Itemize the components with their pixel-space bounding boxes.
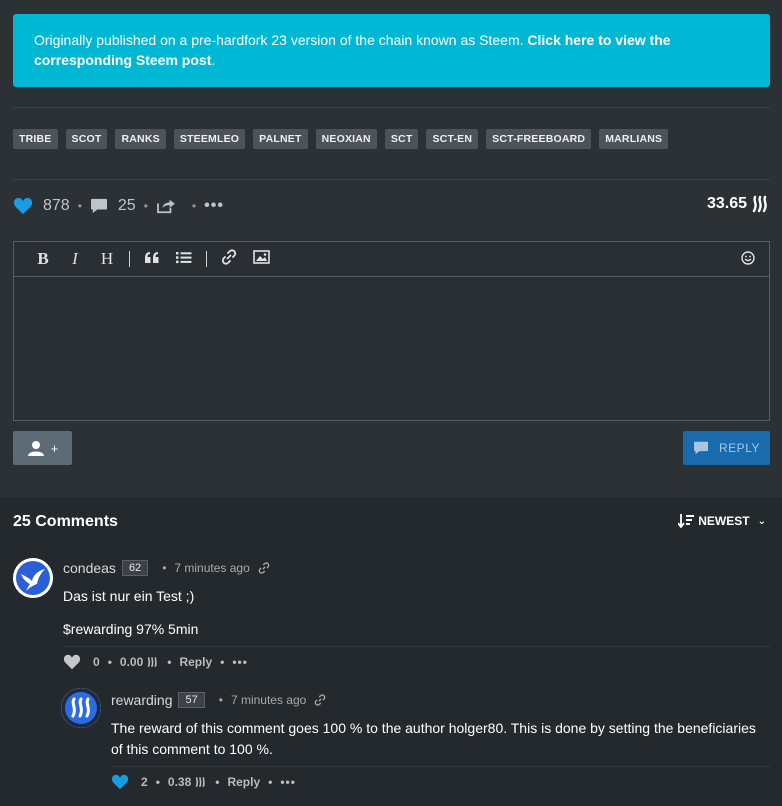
steem-logo-icon (195, 776, 206, 788)
steem-logo-icon (752, 195, 770, 213)
post-stats-bar: 878 • 25 • • ••• (13, 195, 770, 217)
divider (63, 646, 770, 647)
heading-button[interactable]: H (91, 249, 123, 269)
italic-button[interactable]: I (59, 249, 91, 269)
comment-textarea[interactable] (14, 277, 769, 420)
tag-palnet[interactable]: PALNET (253, 129, 308, 149)
comment-footer: 0 • 0.00 • Reply • ••• (63, 654, 248, 670)
permalink-icon[interactable] (258, 562, 270, 574)
heart-icon[interactable] (111, 774, 129, 790)
tag-steemleo[interactable]: STEEMLEO (173, 129, 246, 149)
comment-payout[interactable]: 0.00 (120, 655, 143, 669)
heart-icon[interactable] (63, 654, 81, 670)
reply-link[interactable]: Reply (179, 655, 212, 669)
list-icon (176, 252, 192, 264)
steem-logo-icon (147, 656, 158, 668)
comment-body-line: Das ist nur ein Test ;) (63, 588, 195, 604)
banner-period: . (211, 52, 216, 68)
link-icon (221, 248, 237, 265)
reply-link[interactable]: Reply (227, 775, 260, 789)
reputation-badge: 57 (178, 692, 205, 708)
quote-icon (145, 252, 159, 263)
smile-icon (741, 251, 755, 265)
divider (111, 766, 770, 767)
avatar[interactable] (61, 688, 101, 728)
tag-sct-freeboard[interactable]: SCT-FREEBOARD (486, 129, 592, 149)
sort-icon (678, 514, 695, 528)
comment-timestamp[interactable]: 7 minutes ago (231, 693, 306, 707)
author-name[interactable]: condeas (63, 560, 116, 576)
divider (13, 179, 770, 180)
comment-icon[interactable] (90, 198, 108, 214)
image-icon (252, 250, 270, 264)
vote-count[interactable]: 878 (43, 197, 70, 215)
vote-count[interactable]: 2 (141, 775, 148, 789)
tag-sct[interactable]: SCT (384, 129, 419, 149)
reply-button-label: REPLY (719, 441, 760, 455)
tag-marlians[interactable]: MARLIANS (599, 129, 669, 149)
tag-neoxian[interactable]: NEOXIAN (315, 129, 377, 149)
divider (13, 107, 770, 108)
comments-section: 25 Comments NEWEST ⌄ condeas 62 • 7 minu… (0, 497, 782, 806)
quote-button[interactable] (136, 249, 168, 269)
toolbar-separator (129, 251, 130, 267)
rewarding-avatar-icon (61, 688, 101, 728)
vote-count[interactable]: 0 (93, 655, 100, 669)
tag-sct-en[interactable]: SCT-EN (426, 129, 479, 149)
comment-author-row: condeas 62 • 7 minutes ago (63, 560, 270, 576)
tag-ranks[interactable]: RANKS (115, 129, 166, 149)
more-menu-icon[interactable]: ••• (232, 655, 248, 669)
image-button[interactable] (245, 249, 277, 269)
comment-timestamp[interactable]: 7 minutes ago (174, 561, 249, 575)
payout-value: 33.65 (706, 195, 747, 212)
post-payout[interactable]: 33.65 (707, 195, 770, 213)
avatar[interactable] (13, 558, 53, 598)
comments-heading: 25 Comments (13, 513, 118, 530)
comment-footer: 2 • 0.38 • Reply • ••• (111, 774, 296, 790)
link-button[interactable] (213, 248, 245, 270)
add-beneficiary-button[interactable]: + (13, 431, 72, 465)
share-icon[interactable] (156, 198, 176, 214)
comment-body-line: The reward of this comment goes 100 % to… (111, 720, 756, 736)
comment-icon (694, 441, 709, 455)
post-origin-banner: Originally published on a pre-hardfork 2… (13, 14, 770, 87)
banner-text: Originally published on a pre-hardfork 2… (34, 32, 524, 48)
sort-dropdown[interactable]: NEWEST ⌄ (678, 514, 766, 528)
heart-icon[interactable] (13, 197, 33, 215)
chevron-down-icon: ⌄ (757, 515, 766, 527)
more-menu-icon[interactable]: ••• (204, 197, 224, 215)
reply-button[interactable]: REPLY (683, 431, 770, 465)
list-button[interactable] (168, 249, 200, 269)
bird-avatar-icon (13, 558, 53, 598)
toolbar-separator (206, 251, 207, 267)
comment-payout[interactable]: 0.38 (168, 775, 191, 789)
comment-count[interactable]: 25 (118, 197, 136, 215)
editor-toolbar: B I H (14, 242, 769, 277)
reputation-badge: 62 (121, 560, 149, 576)
more-menu-icon[interactable]: ••• (280, 775, 296, 789)
sort-label: NEWEST (698, 514, 750, 528)
user-icon (27, 441, 44, 456)
tag-scot[interactable]: SCOT (65, 129, 108, 149)
comment-body-line: of this comment to 100 %. (111, 741, 273, 757)
comment-editor: B I H (13, 241, 770, 421)
comment-body-line: $rewarding 97% 5min (63, 621, 199, 637)
bold-button[interactable]: B (27, 249, 59, 269)
author-name[interactable]: rewarding (111, 692, 172, 708)
tag-tribe[interactable]: TRIBE (13, 129, 58, 149)
emoji-button[interactable] (741, 251, 755, 270)
permalink-icon[interactable] (314, 694, 326, 706)
tag-list: TRIBE SCOT RANKS STEEMLEO PALNET NEOXIAN… (13, 129, 669, 149)
comment-author-row: rewarding 57 • 7 minutes ago (111, 692, 326, 708)
add-beneficiary-plus: + (50, 440, 59, 456)
